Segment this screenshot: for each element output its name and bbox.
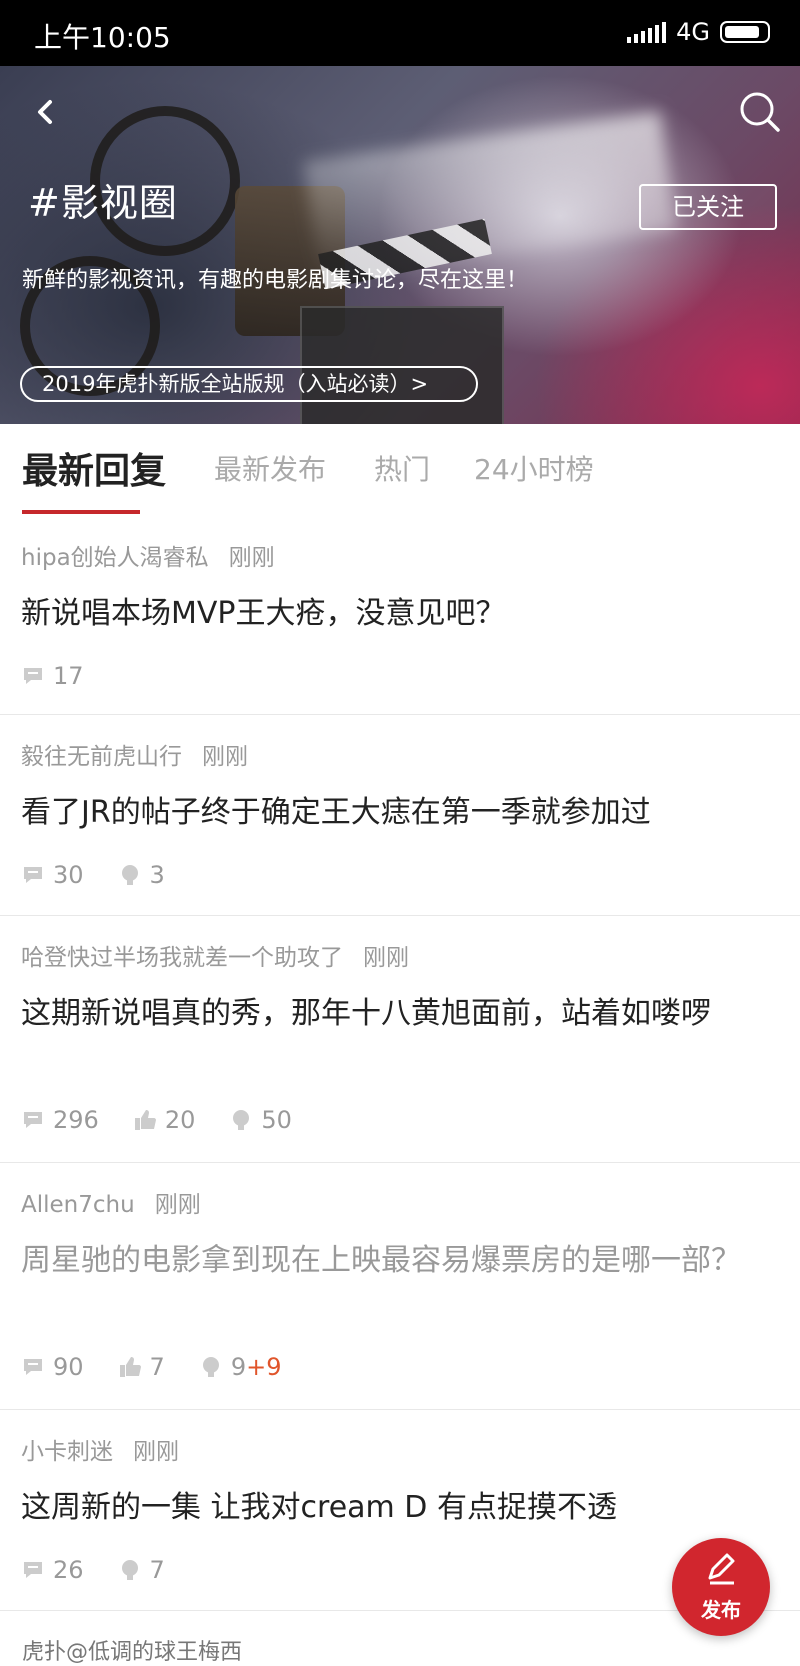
post-meta: 哈登快过半场我就差一个助攻了 刚刚 <box>21 938 409 972</box>
tab-hot[interactable]: 热门 <box>374 448 430 488</box>
tab-latest-reply[interactable]: 最新回复 <box>22 442 166 494</box>
lightbulb-icon <box>121 1560 138 1580</box>
lightbulb-icon <box>121 865 138 885</box>
lightbulb-icon <box>233 1110 250 1130</box>
like-count: 7 <box>149 1353 165 1381</box>
reply-count: 296 <box>53 1106 99 1134</box>
post-item[interactable]: hipa创始人渴睿私 刚刚 新说唱本场MVP王大疮，没意见吧？ 17 <box>0 530 800 715</box>
clapperboard-graphic <box>300 306 504 424</box>
network-label: 4G <box>676 18 710 46</box>
pencil-icon <box>708 1553 735 1585</box>
topic-title: #影视圈 <box>28 181 178 225</box>
topic-description: 新鲜的影视资讯，有趣的电影剧集讨论，尽在这里！ <box>22 268 529 293</box>
post-time: 刚刚 <box>363 945 409 971</box>
light-count: 3 <box>149 861 165 889</box>
watermark: 虎扑@低调的球王梅西 <box>22 1640 243 1665</box>
comment-icon <box>24 668 42 684</box>
post-title[interactable]: 看了JR的帖子终于确定王大痣在第一季就参加过 <box>21 791 778 835</box>
topic-banner: #影视圈 已关注 新鲜的影视资讯，有趣的电影剧集讨论，尽在这里！ 2019年虎扑… <box>0 66 800 424</box>
post-meta: hipa创始人渴睿私 刚刚 <box>21 538 275 572</box>
search-icon <box>740 92 780 132</box>
sort-tabs: 最新回复 最新发布 热门 24小时榜 <box>0 424 800 514</box>
post-time: 刚刚 <box>154 1192 201 1218</box>
thumbs-up-icon <box>119 1357 141 1377</box>
post-author[interactable]: Allen7chu <box>21 1192 135 1218</box>
comment-icon <box>24 1359 42 1375</box>
comment-icon <box>24 867 42 883</box>
publish-label: 发布 <box>701 1598 741 1622</box>
post-feed: hipa创始人渴睿私 刚刚 新说唱本场MVP王大疮，没意见吧？ 17 毅往无前虎山… <box>0 530 800 1611</box>
post-stats: 30 3 <box>21 861 199 889</box>
post-item[interactable]: 毅往无前虎山行 刚刚 看了JR的帖子终于确定王大痣在第一季就参加过 30 3 <box>0 715 800 916</box>
post-meta: 毅往无前虎山行 刚刚 <box>21 737 248 771</box>
post-title[interactable]: 新说唱本场MVP王大疮，没意见吧？ <box>21 592 778 636</box>
post-item[interactable]: 哈登快过半场我就差一个助攻了 刚刚 这期新说唱真的秀，那年十八黄旭面前，站着如喽啰… <box>0 916 800 1163</box>
post-title[interactable]: 这期新说唱真的秀，那年十八黄旭面前，站着如喽啰 <box>21 992 778 1036</box>
chevron-left-icon <box>38 100 52 124</box>
post-meta: Allen7chu 刚刚 <box>21 1185 201 1219</box>
post-author[interactable]: 毅往无前虎山行 <box>21 744 182 770</box>
post-author[interactable]: 小卡刺迷 <box>21 1439 113 1465</box>
reply-count: 17 <box>53 662 84 690</box>
light-count: 50 <box>261 1106 292 1134</box>
post-author[interactable]: 哈登快过半场我就差一个助攻了 <box>21 945 343 971</box>
post-author[interactable]: hipa创始人渴睿私 <box>21 545 209 571</box>
reply-count: 90 <box>53 1353 84 1381</box>
status-indicators: 4G <box>627 18 770 46</box>
post-stats: 296 20 50 <box>21 1106 326 1134</box>
publish-button[interactable]: 发布 <box>672 1538 770 1636</box>
reply-count: 30 <box>53 861 84 889</box>
light-bonus: +9 <box>246 1353 282 1381</box>
search-button[interactable] <box>736 88 784 136</box>
post-item[interactable]: Allen7chu 刚刚 周星驰的电影拿到现在上映最容易爆票房的是哪一部？ 90 … <box>0 1163 800 1410</box>
tab-latest-post[interactable]: 最新发布 <box>214 448 326 488</box>
post-time: 刚刚 <box>228 545 275 571</box>
post-time: 刚刚 <box>202 744 248 770</box>
comment-icon <box>24 1112 42 1128</box>
tab-24h-rank[interactable]: 24小时榜 <box>474 448 594 488</box>
post-title[interactable]: 周星驰的电影拿到现在上映最容易爆票房的是哪一部？ <box>21 1239 778 1283</box>
post-stats: 17 <box>21 662 118 690</box>
post-title[interactable]: 这周新的一集 让我对cream D 有点捉摸不透 <box>21 1486 778 1530</box>
status-time: 上午10:05 <box>34 21 171 54</box>
post-stats: 26 7 <box>21 1556 199 1584</box>
light-count: 7 <box>149 1556 165 1584</box>
post-stats: 90 7 9 +9 <box>21 1353 316 1381</box>
like-count: 20 <box>164 1106 196 1134</box>
reply-count: 26 <box>53 1556 84 1584</box>
back-button[interactable] <box>24 90 68 134</box>
comment-icon <box>24 1562 42 1578</box>
light-count: 9 <box>230 1353 247 1381</box>
active-tab-indicator <box>22 510 140 514</box>
rules-link[interactable]: 2019年虎扑新版全站版规（入站必读）> <box>20 366 478 402</box>
battery-icon <box>720 21 770 43</box>
status-bar: 上午10:05 4G <box>0 0 800 66</box>
lightbulb-icon <box>202 1357 219 1377</box>
post-meta: 小卡刺迷 刚刚 <box>21 1432 179 1466</box>
thumbs-up-icon <box>134 1110 156 1130</box>
signal-icon <box>627 21 667 43</box>
post-time: 刚刚 <box>133 1439 179 1465</box>
follow-button[interactable]: 已关注 <box>639 184 777 230</box>
